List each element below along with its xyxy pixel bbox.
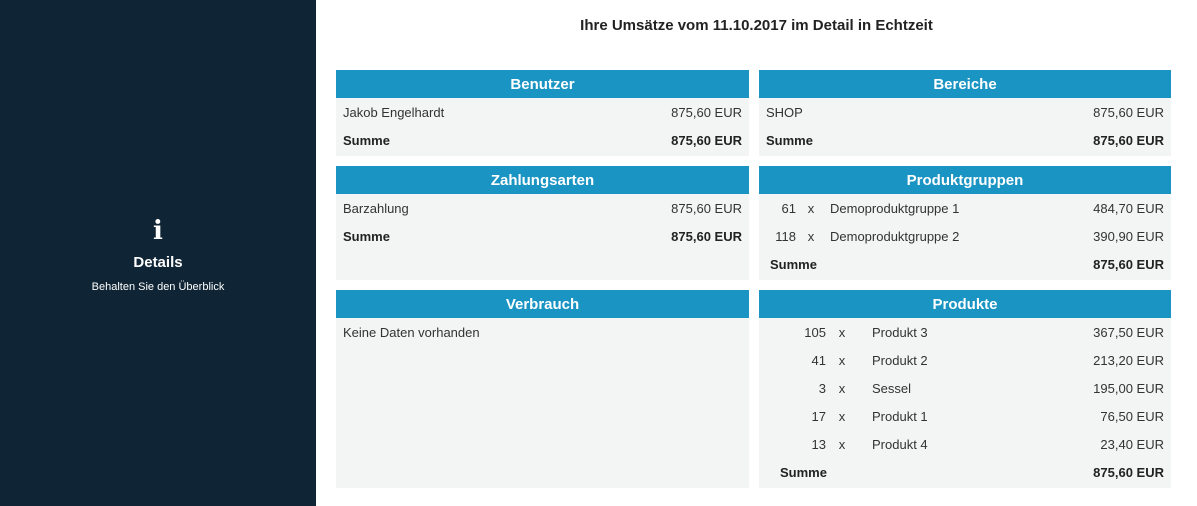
panel-produkte: Produkte 105 x Produkt 3 367,50 EUR 41 x… (759, 290, 1171, 488)
sum-amount: 875,60 EUR (1093, 256, 1164, 272)
panel-header-verbrauch: Verbrauch (336, 290, 749, 318)
item-quantity: 105 (804, 324, 826, 340)
sum-row: Summe 875,60 EUR (343, 126, 742, 154)
list-item: 41 x Produkt 2 213,20 EUR (766, 346, 1164, 374)
sum-label: Summe (780, 464, 827, 480)
area-name: SHOP (766, 104, 803, 120)
item-label: Demoproduktgruppe 1 (830, 200, 960, 216)
item-label: Demoproduktgruppe 2 (830, 228, 960, 244)
item-amount: 213,20 EUR (1093, 352, 1164, 368)
list-item: 3 x Sessel 195,00 EUR (766, 374, 1164, 402)
panel-verbrauch: Verbrauch Keine Daten vorhanden (336, 290, 749, 488)
item-quantity: 41 (811, 352, 826, 368)
sum-amount: 875,60 EUR (1093, 132, 1164, 148)
panel-produktgruppen: Produktgruppen 61 x Demoproduktgruppe 1 … (759, 166, 1171, 280)
item-quantity: 118 (775, 228, 796, 244)
item-amount: 76,50 EUR (1100, 408, 1164, 424)
payment-amount: 875,60 EUR (671, 200, 742, 216)
multiply-sign: x (807, 200, 815, 216)
item-quantity: 13 (811, 436, 826, 452)
item-quantity: 17 (811, 408, 826, 424)
list-item: SHOP 875,60 EUR (766, 98, 1164, 126)
area-amount: 875,60 EUR (1093, 104, 1164, 120)
sum-amount: 875,60 EUR (1093, 464, 1164, 480)
item-amount: 484,70 EUR (1093, 200, 1164, 216)
item-label: Produkt 1 (872, 408, 928, 424)
item-quantity: 61 (781, 200, 796, 216)
item-label: Produkt 4 (872, 436, 928, 452)
list-item: Jakob Engelhardt 875,60 EUR (343, 98, 742, 126)
item-amount: 390,90 EUR (1093, 228, 1164, 244)
list-item: 13 x Produkt 4 23,40 EUR (766, 430, 1164, 458)
sum-row: Summe 875,60 EUR (766, 250, 1164, 278)
payment-method: Barzahlung (343, 200, 409, 216)
sum-label: Summe (770, 256, 817, 272)
empty-message-row: Keine Daten vorhanden (343, 318, 742, 346)
item-quantity: 3 (818, 380, 826, 396)
info-icon: i (153, 215, 163, 246)
sum-row: Summe 875,60 EUR (766, 458, 1164, 486)
multiply-sign: x (807, 228, 815, 244)
sum-label: Summe (766, 132, 813, 148)
empty-message: Keine Daten vorhanden (343, 324, 480, 340)
multiply-sign: x (838, 436, 846, 452)
sum-row: Summe 875,60 EUR (766, 126, 1164, 154)
user-amount: 875,60 EUR (671, 104, 742, 120)
panel-header-produkte: Produkte (759, 290, 1171, 318)
panel-header-bereiche: Bereiche (759, 70, 1171, 98)
list-item: 118 x Demoproduktgruppe 2 390,90 EUR (766, 222, 1164, 250)
multiply-sign: x (838, 324, 846, 340)
multiply-sign: x (838, 408, 846, 424)
item-amount: 23,40 EUR (1100, 436, 1164, 452)
panel-benutzer: Benutzer Jakob Engelhardt 875,60 EUR Sum… (336, 70, 749, 156)
item-label: Sessel (872, 380, 912, 396)
item-amount: 195,00 EUR (1093, 380, 1164, 396)
sidebar: i Details Behalten Sie den Überblick (0, 0, 316, 506)
multiply-sign: x (838, 352, 846, 368)
sum-label: Summe (343, 132, 390, 148)
panel-header-benutzer: Benutzer (336, 70, 749, 98)
item-label: Produkt 3 (872, 324, 928, 340)
page-title: Ihre Umsätze vom 11.10.2017 im Detail in… (580, 17, 933, 34)
sum-amount: 875,60 EUR (671, 228, 742, 244)
list-item: 17 x Produkt 1 76,50 EUR (766, 402, 1164, 430)
sidebar-subtitle: Behalten Sie den Überblick (91, 280, 225, 293)
panel-header-zahlungsarten: Zahlungsarten (336, 166, 749, 194)
list-item: 105 x Produkt 3 367,50 EUR (766, 318, 1164, 346)
item-amount: 367,50 EUR (1093, 324, 1164, 340)
list-item: Barzahlung 875,60 EUR (343, 194, 742, 222)
sum-label: Summe (343, 228, 390, 244)
panel-zahlungsarten: Zahlungsarten Barzahlung 875,60 EUR Summ… (336, 166, 749, 280)
item-label: Produkt 2 (872, 352, 928, 368)
sidebar-title: Details (133, 253, 183, 271)
main-content: Ihre Umsätze vom 11.10.2017 im Detail in… (316, 0, 1197, 506)
user-name: Jakob Engelhardt (343, 104, 445, 120)
sum-amount: 875,60 EUR (671, 132, 742, 148)
panel-header-produktgruppen: Produktgruppen (759, 166, 1171, 194)
multiply-sign: x (838, 380, 846, 396)
sum-row: Summe 875,60 EUR (343, 222, 742, 250)
list-item: 61 x Demoproduktgruppe 1 484,70 EUR (766, 194, 1164, 222)
panel-bereiche: Bereiche SHOP 875,60 EUR Summe 875,60 EU… (759, 70, 1171, 156)
